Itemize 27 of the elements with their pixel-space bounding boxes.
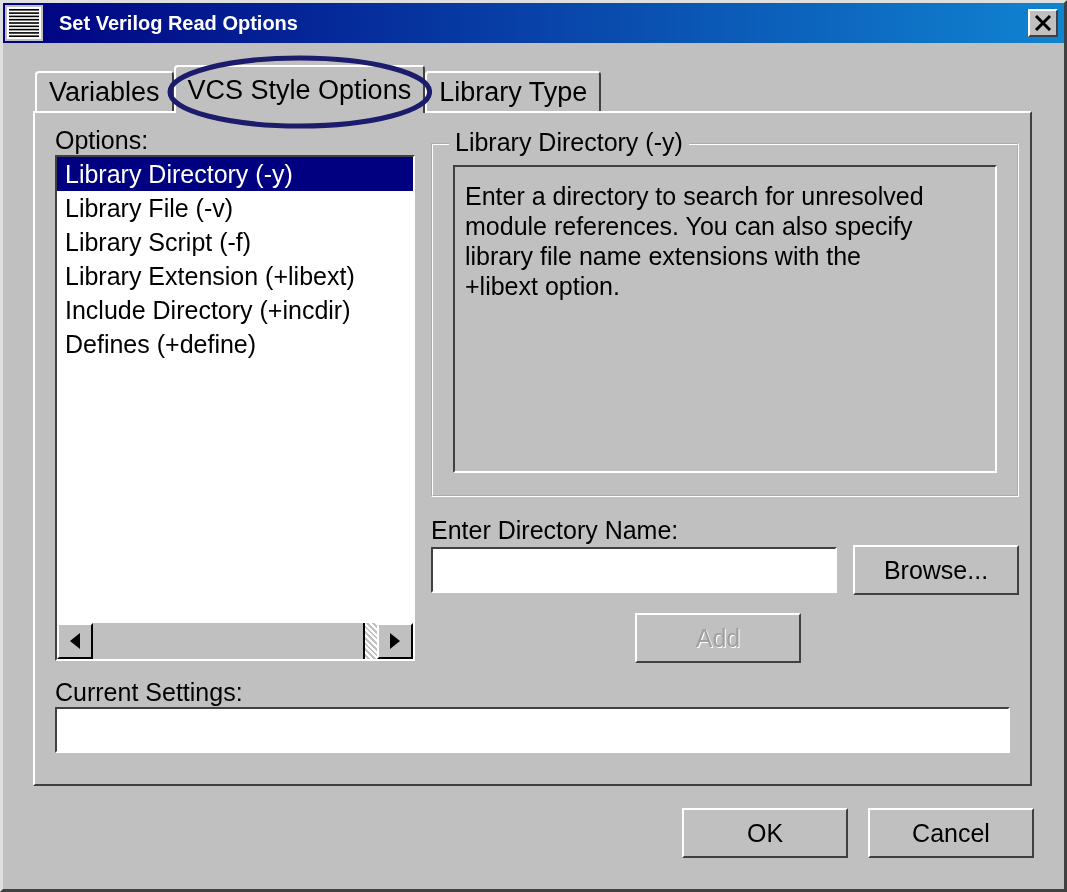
directory-field[interactable] <box>431 547 837 593</box>
menu-icon[interactable] <box>5 5 43 41</box>
cancel-button[interactable]: Cancel <box>868 808 1034 858</box>
tab[interactable]: Variables <box>35 71 174 111</box>
list-item[interactable]: Defines (+define) <box>57 327 413 361</box>
list-item[interactable]: Library Script (-f) <box>57 225 413 259</box>
browse-button[interactable]: Browse... <box>853 545 1019 595</box>
scrollbar-track[interactable] <box>365 623 377 659</box>
current-settings-field[interactable] <box>55 707 1010 753</box>
ok-button[interactable]: OK <box>682 808 848 858</box>
description-text: Enter a directory to search for unresolved module references. You can also specify library file name extensions with the +libext option. <box>465 181 925 301</box>
options-list[interactable]: Library Directory (-y) Library File (-v) Library Script (-f) Library Extension (+libext) Include Directory (+incdir) Defines (+define) <box>55 155 415 661</box>
directory-label: Enter Directory Name: <box>431 515 680 545</box>
window-title: Set Verilog Read Options <box>59 11 299 35</box>
list-item[interactable]: Library Extension (+libext) <box>57 259 413 293</box>
list-item[interactable]: Include Directory (+incdir) <box>57 293 413 327</box>
left-arrow-icon <box>70 633 80 649</box>
close-icon <box>1034 15 1052 31</box>
list-item[interactable]: Library Directory (-y) <box>57 157 413 191</box>
right-arrow-icon <box>390 633 400 649</box>
tab[interactable]: VCS Style Options <box>173 65 426 113</box>
tab[interactable]: Library Type <box>425 71 602 111</box>
horizontal-scrollbar[interactable] <box>57 623 413 659</box>
options-label: Options: <box>55 125 150 155</box>
close-button[interactable] <box>1028 9 1058 37</box>
list-item[interactable]: Library File (-v) <box>57 191 413 225</box>
current-settings-label: Current Settings: <box>55 677 244 707</box>
